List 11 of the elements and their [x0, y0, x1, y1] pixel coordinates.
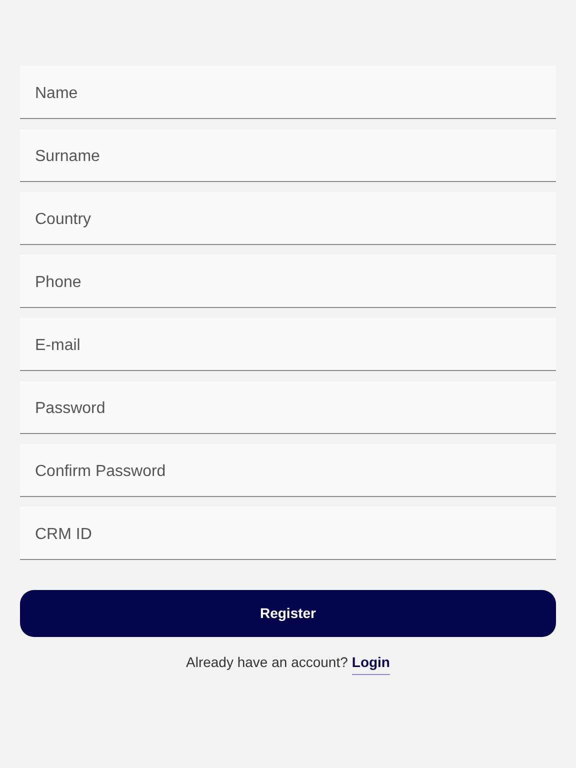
input-field[interactable]: Country	[20, 192, 556, 245]
input-field[interactable]: Name	[20, 66, 556, 119]
input-field[interactable]: Confirm Password	[20, 444, 556, 497]
login-link[interactable]: Login	[352, 652, 390, 675]
input-field[interactable]: Password	[20, 381, 556, 434]
input-field[interactable]: Surname	[20, 129, 556, 182]
input-field[interactable]: E-mail	[20, 318, 556, 371]
login-prompt: Already have an account?	[186, 653, 348, 672]
input-field[interactable]: CRM ID	[20, 507, 556, 560]
input-field[interactable]: Phone	[20, 255, 556, 308]
register-button[interactable]: Register	[20, 590, 556, 637]
